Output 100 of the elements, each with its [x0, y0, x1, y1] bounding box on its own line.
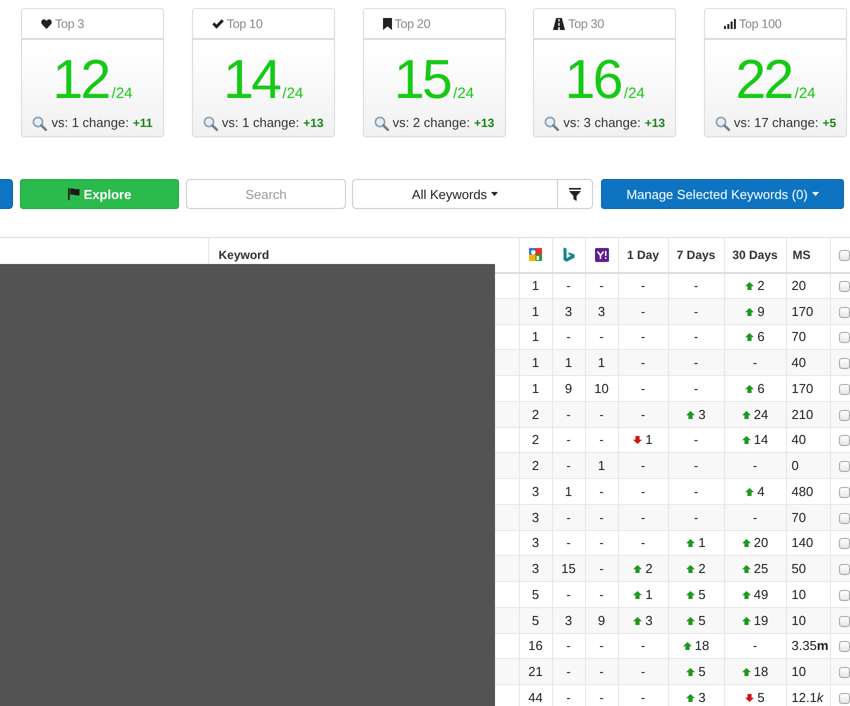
change-value: 2	[645, 561, 653, 576]
search-icon	[32, 116, 48, 130]
up-arrow-icon	[742, 539, 751, 548]
comparison-text: vs: 2 change:	[392, 115, 470, 131]
up-arrow-icon	[686, 590, 696, 599]
row-checkbox[interactable]	[838, 461, 850, 472]
ms-cell: 12.1k	[786, 684, 830, 706]
manage-keywords-button[interactable]: Manage Selected Keywords (0)	[601, 179, 844, 209]
search-field[interactable]: Search	[186, 179, 346, 209]
card-title: Top 20	[394, 16, 430, 30]
row-checkbox[interactable]	[838, 435, 850, 446]
change-value: 5	[698, 612, 706, 628]
change-value: +13	[303, 115, 324, 131]
change-cell: -	[618, 376, 668, 402]
change-value: 3	[645, 612, 653, 628]
comparison-text: vs: 3 change:	[563, 115, 641, 131]
rank-total: /24	[112, 85, 133, 103]
change-value: 3	[698, 690, 706, 706]
up-arrow-icon	[686, 668, 696, 676]
card-title: Top 10	[226, 16, 262, 30]
row-checkbox[interactable]	[838, 512, 850, 524]
up-arrow-icon	[742, 565, 751, 574]
rank-cell: 44	[519, 684, 552, 706]
change-value: +13	[474, 115, 494, 131]
row-checkbox[interactable]	[838, 384, 850, 395]
row-checkbox[interactable]	[838, 667, 850, 678]
bookmark-icon	[382, 18, 392, 30]
change-value: 24	[754, 406, 768, 422]
row-checkbox[interactable]	[838, 693, 850, 704]
change-value: 6	[757, 380, 765, 396]
rank-total: /24	[624, 85, 645, 103]
rank-cell: 5	[519, 582, 552, 608]
rank-cell: -	[552, 582, 585, 608]
up-arrow-icon	[686, 410, 696, 419]
rank-cell: 9	[585, 607, 618, 633]
bing-icon	[562, 247, 574, 262]
up-arrow-icon	[745, 282, 754, 290]
toolbar-button[interactable]	[0, 179, 13, 209]
change-cell: -	[668, 504, 724, 530]
rank-cell: 1	[519, 298, 552, 324]
rank-cell: 3	[519, 478, 552, 504]
rank-cell: 1	[519, 376, 552, 402]
up-arrow-icon	[686, 616, 696, 625]
filter-icon	[569, 188, 581, 200]
search-icon	[714, 116, 730, 130]
comparison-text: vs: 1 change:	[51, 115, 129, 131]
search-icon	[202, 116, 218, 130]
rank-count: 12	[52, 51, 109, 107]
rank-count: 22	[735, 51, 792, 107]
explore-button[interactable]: Explore	[20, 179, 179, 209]
rank-cell: 10	[585, 376, 618, 402]
down-arrow-icon	[633, 436, 642, 444]
google-icon	[528, 247, 543, 262]
change-value: 20	[754, 535, 768, 550]
row-checkbox[interactable]	[838, 538, 850, 550]
card-title: Top 3	[55, 16, 84, 30]
up-arrow-icon	[742, 668, 751, 676]
row-checkbox[interactable]	[838, 358, 850, 370]
change-cell: -	[724, 504, 786, 530]
filter-button[interactable]	[558, 179, 593, 209]
rank-cell: 3	[552, 607, 585, 633]
ms-cell: 480	[786, 478, 830, 504]
check-icon	[212, 18, 224, 28]
rank-count: 16	[564, 51, 621, 107]
up-arrow-icon	[686, 539, 696, 548]
ms-cell: 20	[786, 272, 830, 298]
keyword-filter-dropdown[interactable]: All Keywords	[352, 179, 558, 209]
flag-icon	[68, 188, 80, 200]
row-checkbox[interactable]	[838, 410, 850, 421]
row-checkbox[interactable]	[838, 564, 850, 576]
signal-bars-icon	[724, 18, 736, 28]
change-cell: -	[668, 376, 724, 402]
search-icon	[544, 116, 560, 130]
select-all-checkbox[interactable]	[838, 250, 850, 262]
search-icon	[374, 116, 389, 130]
change-value: 1	[698, 535, 706, 550]
up-arrow-icon	[633, 565, 642, 574]
row-checkbox[interactable]	[838, 281, 850, 292]
row-checkbox[interactable]	[838, 486, 850, 498]
card-title: Top 100	[739, 16, 782, 30]
rank-cell: -	[552, 401, 585, 427]
down-arrow-icon	[745, 694, 754, 702]
row-checkbox[interactable]	[838, 641, 850, 652]
up-arrow-icon	[686, 694, 696, 702]
change-value: +13	[644, 115, 666, 131]
change-value: 1	[645, 432, 653, 448]
rank-cell: 1	[519, 272, 552, 298]
row-checkbox[interactable]	[838, 616, 850, 627]
row-checkbox[interactable]	[838, 590, 850, 601]
up-arrow-icon	[742, 410, 751, 419]
row-checkbox[interactable]	[838, 306, 850, 318]
rank-cell: 5	[519, 607, 552, 633]
rank-cell: -	[585, 272, 618, 298]
change-value: 6	[757, 329, 765, 344]
change-value: 19	[754, 612, 768, 628]
rank-cell: -	[585, 401, 618, 427]
change-value: 14	[754, 432, 768, 448]
ms-cell: 170	[786, 298, 830, 324]
row-checkbox[interactable]	[838, 332, 850, 344]
change-value: 49	[754, 586, 768, 602]
